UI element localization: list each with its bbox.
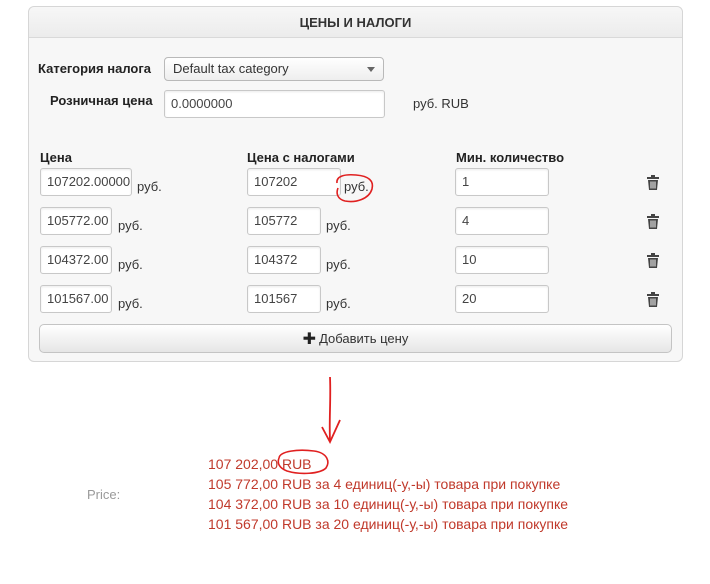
price-unit: руб. — [137, 179, 162, 194]
trash-icon[interactable] — [647, 292, 659, 307]
price-with-tax-input[interactable]: 107202 — [247, 168, 341, 196]
trash-icon[interactable] — [647, 214, 659, 229]
min-quantity-input[interactable]: 4 — [455, 207, 549, 235]
price-with-tax-input[interactable]: 105772 — [247, 207, 321, 235]
min-quantity-input[interactable]: 10 — [455, 246, 549, 274]
price-input[interactable]: 107202.00000 — [40, 168, 132, 196]
add-price-label: Добавить цену — [319, 331, 409, 346]
column-price-with-tax: Цена с налогами — [247, 150, 355, 165]
tax-category-select[interactable]: Default tax category — [164, 57, 384, 81]
min-quantity-input[interactable]: 20 — [455, 285, 549, 313]
price-output-line: 104 372,00 RUB за 10 единиц(-у,-ы) товар… — [208, 496, 569, 512]
price-input[interactable]: 101567.00 — [40, 285, 112, 313]
min-quantity-input[interactable]: 1 — [455, 168, 549, 196]
column-price: Цена — [40, 150, 72, 165]
column-min-quantity: Мин. количество — [456, 150, 565, 165]
retail-price-input[interactable]: 0.0000000 — [164, 90, 385, 118]
retail-price-label: Розничная цена — [50, 93, 153, 108]
price-with-tax-unit: руб. — [344, 179, 369, 194]
annotation-arrow-shaft — [328, 376, 332, 441]
trash-icon[interactable] — [647, 253, 659, 268]
retail-price-unit: руб. RUB — [413, 96, 469, 111]
price-unit: руб. — [118, 257, 143, 272]
tax-category-value: Default tax category — [173, 61, 289, 76]
price-output-line: 101 567,00 RUB за 20 единиц(-у,-ы) товар… — [208, 516, 569, 532]
price-unit: руб. — [118, 296, 143, 311]
tax-category-label: Категория налога — [38, 61, 151, 76]
trash-icon[interactable] — [647, 175, 659, 190]
plus-icon: ✚ — [302, 331, 317, 348]
price-output-line: 107 202,00 RUB — [208, 456, 312, 472]
caret-down-icon — [367, 67, 375, 72]
prices-taxes-panel: ЦЕНЫ И НАЛОГИ Категория налога Default t… — [28, 6, 683, 362]
price-output-label: Price: — [87, 487, 121, 502]
price-with-tax-input[interactable]: 104372 — [247, 246, 321, 274]
price-with-tax-unit: руб. — [326, 296, 351, 311]
price-output-line: 105 772,00 RUB за 4 единиц(-у,-ы) товара… — [208, 476, 561, 492]
price-with-tax-unit: руб. — [326, 257, 351, 272]
annotation-arrow-head — [321, 419, 341, 445]
price-with-tax-input[interactable]: 101567 — [247, 285, 321, 313]
price-with-tax-unit: руб. — [326, 218, 351, 233]
price-input[interactable]: 105772.00 — [40, 207, 112, 235]
panel-title: ЦЕНЫ И НАЛОГИ — [29, 7, 682, 38]
price-unit: руб. — [118, 218, 143, 233]
price-input[interactable]: 104372.00 — [40, 246, 112, 274]
add-price-button[interactable]: ✚ Добавить цену — [39, 324, 672, 353]
